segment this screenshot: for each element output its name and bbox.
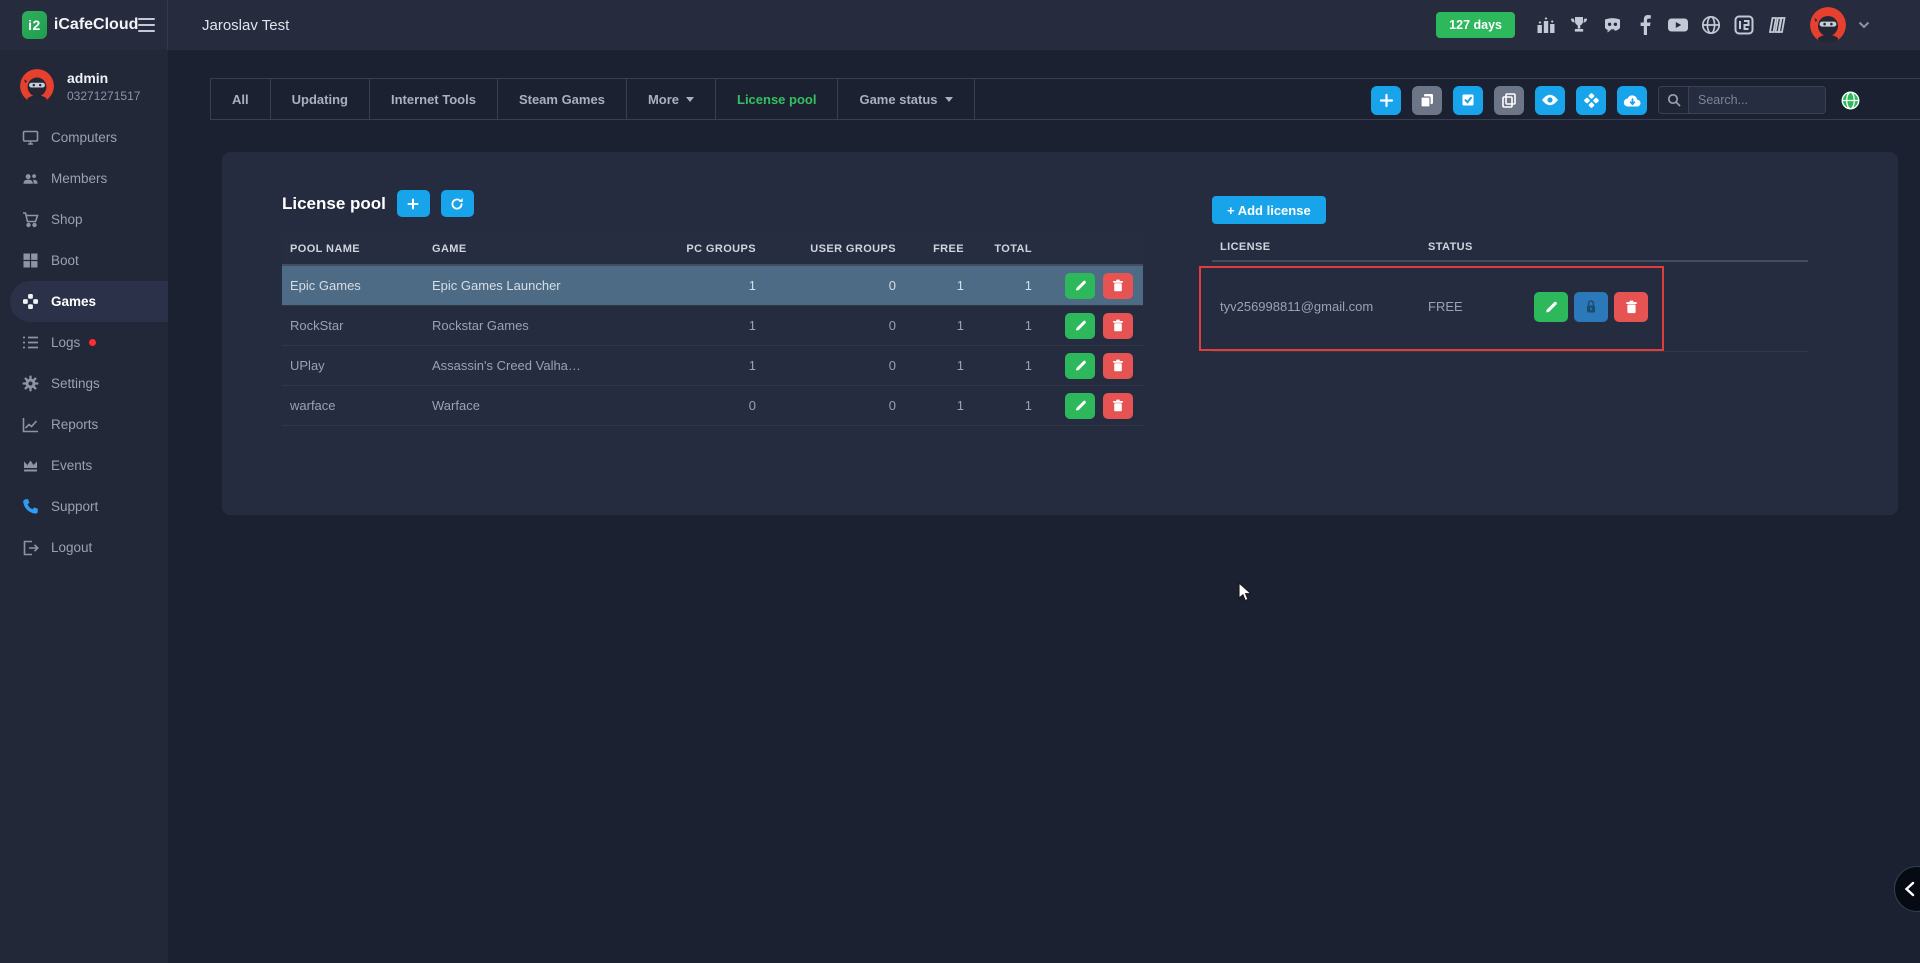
toolbar	[1371, 79, 1860, 121]
layers-icon[interactable]	[1766, 14, 1788, 36]
license-pool-card: License pool POOL NAME GAME PC GROUPS US…	[222, 152, 1898, 515]
youtube-icon[interactable]	[1667, 14, 1689, 36]
license-status: FREE	[1428, 299, 1534, 314]
preview-eye-button[interactable]	[1535, 86, 1565, 115]
select-check-button[interactable]	[1453, 86, 1483, 115]
sidebar-item-support[interactable]: Support	[10, 486, 168, 527]
sidebar-item-games[interactable]: Games	[10, 281, 168, 322]
chevron-down-icon	[945, 97, 953, 102]
tab-steam-games[interactable]: Steam Games	[498, 79, 627, 119]
edit-pool-button[interactable]	[1065, 273, 1095, 299]
icafecloud-mini-icon[interactable]	[1733, 14, 1755, 36]
page-title: Jaroslav Test	[202, 17, 289, 34]
windows-icon	[22, 252, 39, 269]
pool-row-warface[interactable]: warface Warface 0 0 1 1	[282, 386, 1143, 426]
chart-icon	[22, 416, 39, 433]
chevron-down-icon	[686, 97, 694, 102]
user-avatar[interactable]	[1810, 7, 1846, 43]
add-pool-button[interactable]	[397, 190, 430, 217]
tabs-row: All Updating Internet Tools Steam Games …	[210, 78, 1920, 120]
delete-pool-button[interactable]	[1103, 393, 1133, 419]
cart-icon	[22, 211, 39, 228]
edit-pool-button[interactable]	[1065, 313, 1095, 339]
sidebar-item-shop[interactable]: Shop	[10, 199, 168, 240]
facebook-icon[interactable]	[1634, 14, 1656, 36]
user-menu-chevron-icon[interactable]	[1858, 16, 1870, 34]
pool-row-epic-games[interactable]: Epic Games Epic Games Launcher 1 0 1 1	[282, 266, 1143, 306]
logout-icon	[22, 539, 39, 556]
edit-pool-button[interactable]	[1065, 393, 1095, 419]
sidebar-item-computers[interactable]: Computers	[10, 117, 168, 158]
edit-pool-button[interactable]	[1065, 353, 1095, 379]
hamburger-menu-icon[interactable]	[138, 14, 155, 36]
delete-license-button[interactable]	[1614, 292, 1648, 322]
edit-license-button[interactable]	[1534, 292, 1568, 322]
gear-icon	[22, 375, 39, 392]
sidebar-item-logs[interactable]: Logs	[10, 322, 168, 363]
icafecloud-logo-icon: i2	[22, 11, 47, 39]
main-content: All Updating Internet Tools Steam Games …	[168, 50, 1920, 963]
copy-outline-button[interactable]	[1494, 86, 1524, 115]
sidebar-item-events[interactable]: Events	[10, 445, 168, 486]
add-license-button[interactable]: + Add license	[1212, 196, 1326, 224]
pool-title: License pool	[282, 194, 386, 214]
licenses-table: LICENSE STATUS tyv256998811@gmail.com FR…	[1212, 233, 1808, 352]
topbar: i2 iCafeCloud Jaroslav Test 127 days	[0, 0, 1920, 50]
pool-row-rockstar[interactable]: RockStar Rockstar Games 1 0 1 1	[282, 306, 1143, 346]
user-name: admin	[67, 70, 140, 86]
sidebar-avatar[interactable]	[20, 69, 54, 103]
tab-more[interactable]: More	[627, 79, 716, 119]
sidebar-user: admin 03271271517	[0, 50, 168, 115]
user-phone: 03271271517	[67, 89, 140, 103]
crown-icon	[22, 457, 39, 474]
members-icon	[22, 170, 39, 187]
tab-game-status[interactable]: Game status	[838, 79, 974, 119]
sidebar: admin 03271271517 Computers Members Shop…	[0, 50, 168, 963]
tiles-button[interactable]	[1576, 86, 1606, 115]
search-icon	[1659, 87, 1689, 113]
gamepad-icon	[22, 293, 39, 310]
tab-all[interactable]: All	[210, 79, 271, 119]
brand: i2 iCafeCloud	[0, 0, 168, 50]
brand-name: iCafeCloud	[54, 16, 138, 34]
add-button[interactable]	[1371, 86, 1401, 115]
pool-table-header: POOL NAME GAME PC GROUPS USER GROUPS FRE…	[282, 233, 1143, 266]
trophy-icon[interactable]	[1568, 14, 1590, 36]
licenses-panel: + Add license LICENSE STATUS tyv25699881…	[1212, 196, 1808, 352]
sidebar-item-reports[interactable]: Reports	[10, 404, 168, 445]
cloud-download-button[interactable]	[1617, 86, 1647, 115]
language-globe-icon[interactable]	[1841, 91, 1860, 110]
pool-header: License pool	[282, 190, 474, 217]
sidebar-item-logout[interactable]: Logout	[10, 527, 168, 568]
delete-pool-button[interactable]	[1103, 353, 1133, 379]
delete-pool-button[interactable]	[1103, 313, 1133, 339]
search-box	[1658, 86, 1826, 114]
refresh-pool-button[interactable]	[441, 190, 474, 217]
list-icon	[22, 334, 39, 351]
phone-icon	[22, 498, 39, 515]
search-input[interactable]	[1689, 93, 1817, 107]
pool-row-uplay[interactable]: UPlay Assassin's Creed Valha… 1 0 1 1	[282, 346, 1143, 386]
sidebar-nav: Computers Members Shop Boot Games Logs S…	[0, 117, 168, 568]
license-email: tyv256998811@gmail.com	[1220, 299, 1428, 314]
lock-license-button[interactable]	[1574, 292, 1608, 322]
copy-button[interactable]	[1412, 86, 1442, 115]
license-row[interactable]: tyv256998811@gmail.com FREE	[1212, 262, 1808, 352]
license-days-badge[interactable]: 127 days	[1436, 12, 1515, 38]
sidebar-item-boot[interactable]: Boot	[10, 240, 168, 281]
discord-icon[interactable]	[1601, 14, 1623, 36]
sidebar-item-settings[interactable]: Settings	[10, 363, 168, 404]
globe-icon[interactable]	[1700, 14, 1722, 36]
tab-license-pool[interactable]: License pool	[716, 79, 838, 119]
tab-updating[interactable]: Updating	[271, 79, 370, 119]
ranking-icon[interactable]	[1535, 14, 1557, 36]
licenses-table-header: LICENSE STATUS	[1212, 233, 1808, 262]
sidebar-item-members[interactable]: Members	[10, 158, 168, 199]
monitor-icon	[22, 129, 39, 146]
logs-alert-dot	[89, 339, 96, 346]
delete-pool-button[interactable]	[1103, 273, 1133, 299]
pool-table: POOL NAME GAME PC GROUPS USER GROUPS FRE…	[282, 233, 1143, 426]
tab-internet-tools[interactable]: Internet Tools	[370, 79, 498, 119]
